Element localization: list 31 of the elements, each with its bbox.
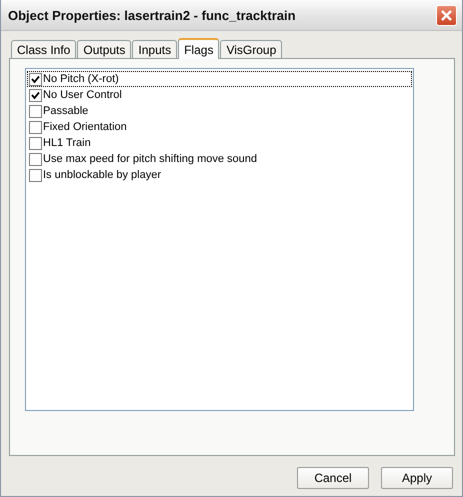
tab[interactable]: Inputs	[132, 40, 178, 58]
flag-label: No Pitch (X-rot)	[43, 73, 119, 85]
cancel-button[interactable]: Cancel	[297, 467, 369, 489]
checkbox[interactable]	[29, 168, 42, 182]
close-button[interactable]	[436, 4, 457, 26]
checkbox[interactable]	[29, 104, 42, 118]
checkbox[interactable]	[29, 152, 42, 166]
flag-row[interactable]: Use max peed for pitch shifting move sound	[27, 151, 412, 167]
flag-label: Is unblockable by player	[43, 169, 162, 181]
checkbox[interactable]	[29, 136, 42, 150]
tab[interactable]: VisGroup	[220, 40, 282, 58]
flag-row[interactable]: HL1 Train	[27, 135, 412, 151]
checkbox[interactable]	[29, 88, 42, 102]
close-icon	[440, 8, 453, 22]
apply-button[interactable]: Apply	[381, 467, 453, 489]
flag-row[interactable]: No Pitch (X-rot)	[27, 71, 412, 87]
flag-row[interactable]: Fixed Orientation	[27, 119, 412, 135]
flag-row[interactable]: Passable	[27, 103, 412, 119]
flag-row[interactable]: Is unblockable by player	[27, 167, 412, 183]
window-title: Object Properties: lasertrain2 - func_tracktrain	[8, 8, 297, 22]
flag-label: HL1 Train	[43, 137, 91, 149]
flag-label: Fixed Orientation	[43, 121, 127, 133]
tab[interactable]: Flags	[178, 38, 220, 59]
tab[interactable]: Outputs	[77, 40, 132, 58]
flag-label: No User Control	[43, 89, 122, 101]
flag-label: Use max peed for pitch shifting move sound	[43, 153, 258, 165]
checkbox[interactable]	[29, 120, 42, 134]
checkbox[interactable]	[29, 72, 42, 86]
flag-label: Passable	[43, 105, 88, 117]
tab[interactable]: Class Info	[11, 40, 76, 58]
flag-row[interactable]: No User Control	[27, 87, 412, 103]
